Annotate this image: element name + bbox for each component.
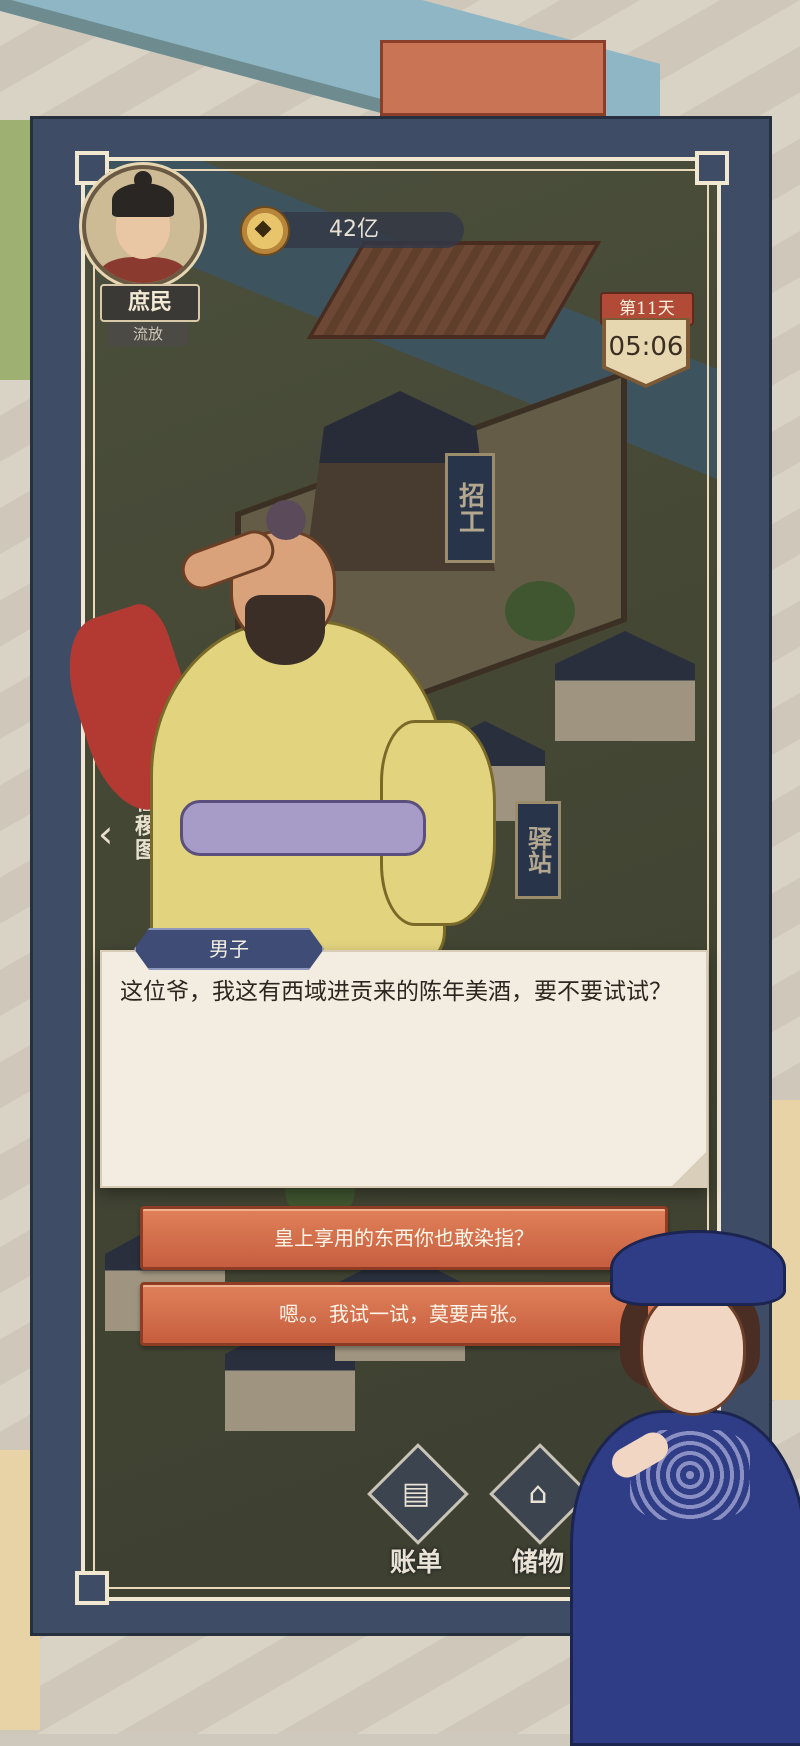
avatar-bun <box>134 171 152 189</box>
coin-icon <box>240 206 290 256</box>
npc-topknot <box>266 500 306 540</box>
ledger-icon: ▤ <box>401 1476 431 1511</box>
red-roof <box>380 40 606 116</box>
frame-corner <box>75 1571 109 1605</box>
ledger-button[interactable]: ▤ 账单 <box>367 1443 469 1578</box>
guide-face <box>640 1290 746 1416</box>
guide-hat <box>610 1230 786 1306</box>
ledger-label: 账单 <box>389 1548 442 1578</box>
dialog-text: 这位爷，我这有西域进贡来的陈年美酒，要不要试试？ <box>120 979 672 1005</box>
player-status: 流放 <box>108 322 188 346</box>
frame-corner <box>695 151 729 185</box>
guide-character <box>560 1230 800 1746</box>
speaker-nametag: 男子 <box>134 928 324 970</box>
player-rank: 庶民 <box>100 284 200 322</box>
npc-merchant <box>51 500 496 966</box>
npc-beard <box>245 595 325 665</box>
player-avatar[interactable] <box>82 165 204 287</box>
avatar-robe <box>100 257 186 283</box>
npc-sash <box>180 800 426 856</box>
